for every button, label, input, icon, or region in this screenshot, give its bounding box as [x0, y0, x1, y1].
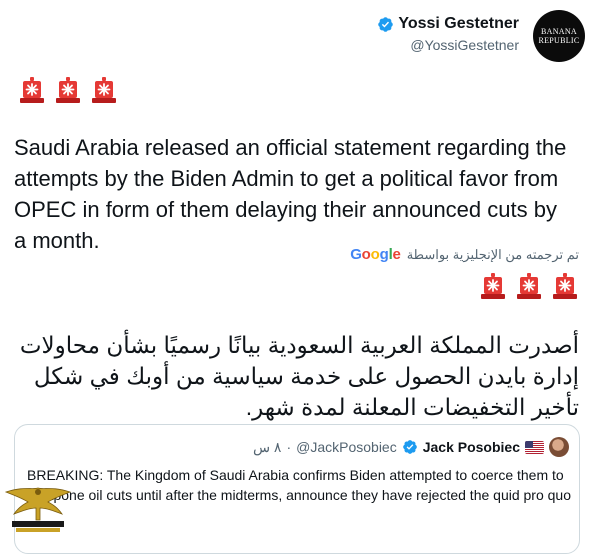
translation-label: تم ترجمته من الإنجليزية بواسطة — [406, 246, 579, 262]
verified-icon — [402, 440, 417, 454]
quoted-tweet-separator: · — [286, 439, 292, 455]
police-siren-icon — [481, 273, 505, 299]
tweet-body-text: Saudi Arabia released an official statem… — [14, 135, 567, 253]
translation-attribution[interactable]: Google تم ترجمته من الإنجليزية بواسطة — [350, 246, 579, 263]
avatar-text-line2: REPUBLIC — [538, 36, 580, 45]
police-siren-icon — [20, 77, 44, 103]
quoted-tweet-display-name[interactable]: Jack Posobiec — [423, 439, 520, 455]
tweet-header: Yossi Gestetner @YossiGestetner BANANA R… — [285, 10, 585, 62]
us-flag-icon — [525, 440, 544, 454]
quoted-tweet-card[interactable]: ٨ س · @JackPosobiec Jack Posobiec BREAKI… — [14, 424, 580, 554]
police-siren-icon — [553, 273, 577, 299]
author-display-name: Yossi Gestetner — [398, 15, 519, 32]
author-display-name-row[interactable]: Yossi Gestetner — [377, 15, 519, 33]
police-siren-icon — [92, 77, 116, 103]
siren-emoji-row-bottom — [479, 272, 579, 300]
police-siren-icon — [56, 77, 80, 103]
eagle-watermark-logo — [4, 487, 72, 532]
translated-text: أصدرت المملكة العربية السعودية بيانًا رس… — [19, 332, 579, 420]
author-handle[interactable]: @YossiGestetner — [377, 37, 519, 53]
author-avatar[interactable]: BANANA REPUBLIC — [533, 10, 585, 62]
quoted-tweet-handle[interactable]: @JackPosobiec — [296, 439, 397, 455]
quoted-tweet-avatar[interactable] — [549, 437, 569, 457]
author-names: Yossi Gestetner @YossiGestetner — [377, 15, 519, 53]
google-logo: Google — [350, 246, 401, 263]
quoted-tweet-text: BREAKING: The Kingdom of Saudi Arabia co… — [27, 467, 572, 503]
siren-emoji-row-top — [18, 76, 118, 104]
quoted-tweet-header: ٨ س · @JackPosobiec Jack Posobiec — [253, 437, 569, 457]
verified-icon — [378, 16, 394, 32]
police-siren-icon — [517, 273, 541, 299]
avatar-text-line1: BANANA — [540, 27, 578, 36]
quoted-tweet-time[interactable]: ٨ س — [253, 439, 282, 456]
